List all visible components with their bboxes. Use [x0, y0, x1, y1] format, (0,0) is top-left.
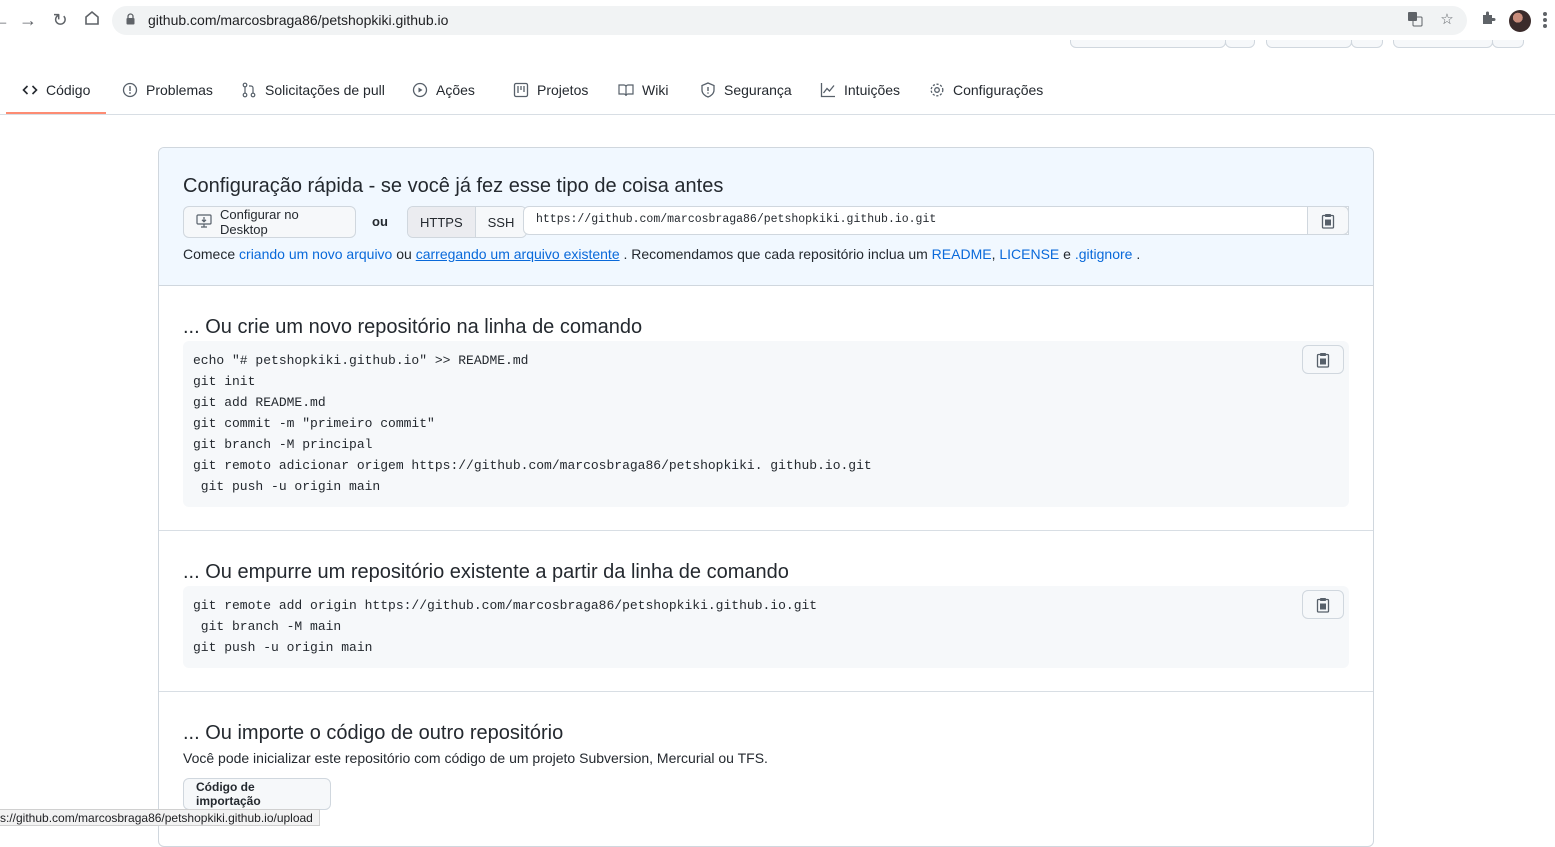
repo-nav: Código Problemas Solicitações de pull Aç…	[0, 66, 1555, 115]
bookmark-star-icon[interactable]: ☆	[1438, 11, 1456, 29]
tab-actions[interactable]: Ações	[398, 66, 489, 114]
graph-icon	[820, 82, 836, 98]
tab-insights[interactable]: Intuições	[806, 66, 914, 114]
tab-security[interactable]: Segurança	[686, 66, 806, 114]
reload-icon[interactable]: ↻	[49, 9, 71, 31]
back-arrow-icon[interactable]: ←	[0, 9, 12, 31]
tab-code-label: Código	[46, 82, 91, 98]
section-divider	[159, 691, 1373, 692]
period-text: .	[1136, 246, 1141, 262]
clipboard-icon	[1321, 213, 1335, 229]
protocol-selector: HTTPS SSH	[407, 206, 528, 238]
shield-icon	[700, 82, 716, 98]
recommend-text: . Recomendamos que cada repositório incl…	[623, 246, 928, 262]
quick-setup-intro: Comece criando um novo arquivo ou carreg…	[183, 246, 1140, 262]
push-existing-title: ... Ou empurre um repositório existente …	[183, 561, 789, 583]
fork-dropdown-button[interactable]	[1492, 40, 1524, 48]
repo-header-remnant	[0, 40, 1555, 50]
tab-actions-label: Ações	[436, 82, 475, 98]
intro-or-text: ou	[396, 246, 412, 262]
code-line: git branch -M principal	[193, 437, 373, 452]
create-new-file-link[interactable]: criando um novo arquivo	[239, 246, 392, 262]
play-icon	[412, 82, 428, 98]
address-bar[interactable]: github.com/marcosbraga86/petshopkiki.git…	[112, 6, 1467, 35]
code-line: git push -u origin main	[193, 479, 381, 494]
desktop-download-icon	[196, 213, 212, 232]
code-line: git init	[193, 374, 256, 389]
tab-issues-label: Problemas	[146, 82, 213, 98]
upload-existing-file-link[interactable]: carregando um arquivo existente	[416, 246, 620, 262]
or-label: ou	[372, 214, 388, 229]
pull-request-icon	[241, 82, 257, 98]
address-url[interactable]: github.com/marcosbraga86/petshopkiki.git…	[148, 12, 448, 28]
code-line: git remote add origin https://github.com…	[193, 598, 818, 613]
tab-pull-requests[interactable]: Solicitações de pull	[227, 66, 399, 114]
code-line: git add README.md	[193, 395, 326, 410]
quick-setup-section: Configuração rápida - se você já fez ess…	[159, 148, 1373, 286]
empty-repo-setup-box: Configuração rápida - se você já fez ess…	[158, 147, 1374, 847]
import-description: Você pode inicializar este repositório c…	[183, 750, 768, 766]
tab-projects-label: Projetos	[537, 82, 589, 98]
tab-issues[interactable]: Problemas	[108, 66, 227, 114]
readme-link[interactable]: README	[932, 246, 992, 262]
profile-avatar[interactable]	[1509, 10, 1531, 32]
tab-settings-label: Configurações	[953, 82, 1044, 98]
code-line: echo "# petshopkiki.github.io" >> README…	[193, 353, 529, 368]
clipboard-icon	[1316, 352, 1330, 368]
translate-icon[interactable]	[1406, 11, 1424, 29]
tab-wiki-label: Wiki	[642, 82, 669, 98]
lock-icon	[126, 13, 135, 25]
quick-setup-title: Configuração rápida - se você já fez ess…	[183, 175, 724, 197]
push-existing-code-block: git remote add origin https://github.com…	[183, 586, 1349, 668]
gitignore-link[interactable]: .gitignore	[1075, 246, 1133, 262]
https-button[interactable]: HTTPS	[408, 207, 476, 237]
fork-button[interactable]	[1393, 40, 1493, 48]
tab-pull-requests-label: Solicitações de pull	[265, 82, 385, 98]
link-status-bar: s://github.com/marcosbraga86/petshopkiki…	[0, 809, 320, 826]
new-repo-title: ... Ou crie um novo repositório na linha…	[183, 316, 643, 338]
tab-settings[interactable]: Configurações	[915, 66, 1057, 114]
import-title: ... Ou importe o código de outro reposit…	[183, 722, 564, 744]
book-icon	[618, 82, 634, 98]
project-icon	[513, 82, 529, 98]
setup-desktop-button[interactable]: Configurar no Desktop	[183, 206, 356, 238]
license-link[interactable]: LICENSE	[999, 246, 1059, 262]
watch-dropdown-button[interactable]	[1225, 40, 1255, 48]
star-dropdown-button[interactable]	[1351, 40, 1383, 48]
copy-new-repo-commands-button[interactable]	[1302, 345, 1344, 374]
intro-start-text: Comece	[183, 246, 236, 262]
code-line: git remoto adicionar origem https://gith…	[193, 458, 872, 473]
clipboard-icon	[1316, 597, 1330, 613]
watch-button[interactable]	[1070, 40, 1226, 48]
issue-icon	[122, 82, 138, 98]
copy-clone-url-button[interactable]	[1307, 206, 1349, 235]
tab-code[interactable]: Código	[8, 66, 104, 114]
code-line: git commit -m "primeiro commit"	[193, 416, 435, 431]
browser-menu-icon[interactable]	[1543, 12, 1547, 28]
ssh-button[interactable]: SSH	[475, 207, 527, 237]
code-icon	[22, 82, 38, 98]
section-divider	[159, 530, 1373, 531]
code-line: git branch -M main	[193, 619, 342, 634]
new-repo-code-block: echo "# petshopkiki.github.io" >> README…	[183, 341, 1349, 507]
comma-text: ,	[991, 246, 996, 262]
extensions-icon[interactable]	[1478, 10, 1498, 30]
tab-wiki[interactable]: Wiki	[604, 66, 682, 114]
copy-push-commands-button[interactable]	[1302, 590, 1344, 619]
clone-url-input[interactable]: https://github.com/marcosbraga86/petshop…	[523, 206, 1349, 235]
forward-arrow-icon[interactable]: →	[17, 9, 39, 31]
tab-insights-label: Intuições	[844, 82, 901, 98]
import-code-button[interactable]: Código de importação	[183, 778, 331, 810]
tab-projects[interactable]: Projetos	[499, 66, 602, 114]
tab-security-label: Segurança	[724, 82, 792, 98]
setup-desktop-label: Configurar no Desktop	[220, 207, 299, 237]
gear-icon	[929, 82, 945, 98]
and-text: e	[1063, 246, 1071, 262]
code-line: git push -u origin main	[193, 640, 373, 655]
star-button[interactable]	[1266, 40, 1352, 48]
home-icon[interactable]	[81, 9, 103, 31]
selected-tab-indicator	[6, 112, 106, 114]
browser-toolbar: ← → ↻ github.com/marcosbraga86/petshopki…	[0, 0, 1555, 40]
